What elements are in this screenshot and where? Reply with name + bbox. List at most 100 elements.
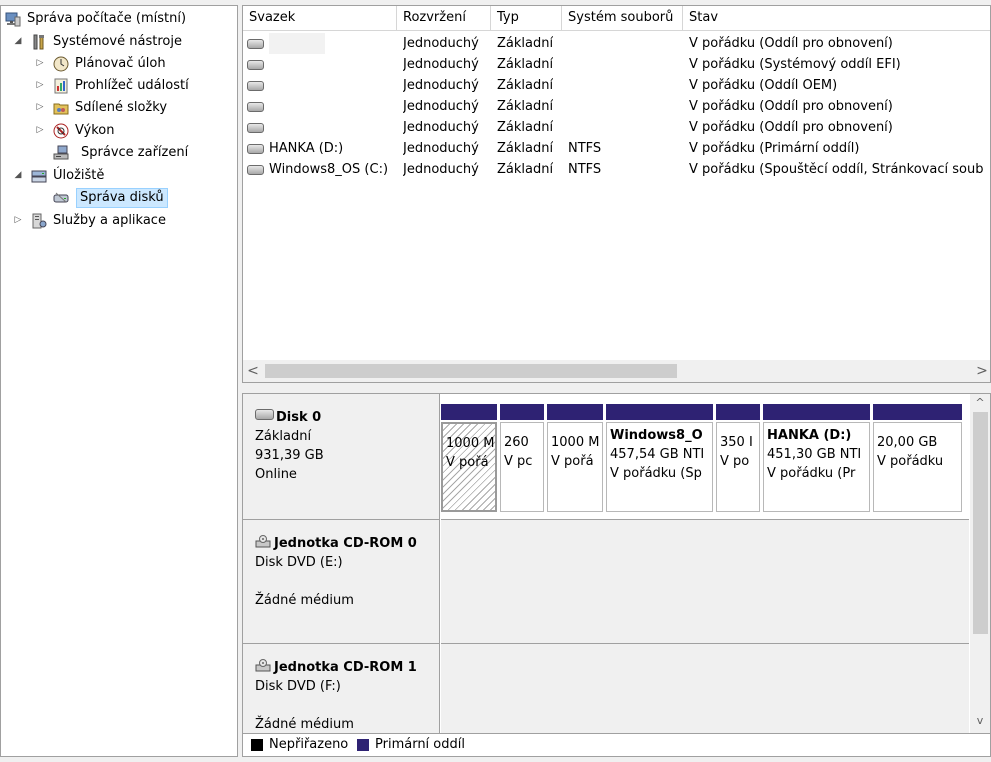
storage-icon (31, 168, 47, 184)
scroll-left-arrow[interactable]: < (243, 360, 263, 382)
partition-body: 350 I V po (716, 422, 760, 512)
partition-oem[interactable]: 1000 M V pořá (547, 404, 603, 512)
cdrom0-title: Jednotka CD-ROM 0 (255, 534, 439, 553)
partition-hanka[interactable]: HANKA (D:) 451,30 GB NTI V pořádku (Pr (763, 404, 870, 512)
column-header-volume[interactable]: Svazek (243, 6, 397, 30)
disk-management-icon (53, 190, 69, 206)
table-row[interactable]: Jednoduchý Základní V pořádku (Oddíl OEM… (243, 75, 990, 96)
volume-name (269, 33, 325, 54)
volume-list: Svazek Rozvržení Typ Systém souborů Stav… (242, 5, 991, 383)
legend-label-primary: Primární oddíl (375, 737, 465, 752)
vertical-scrollbar[interactable]: ^ v (970, 394, 990, 734)
scroll-down-arrow[interactable]: v (970, 712, 990, 730)
disk0-size: 931,39 GB (255, 448, 324, 463)
volume-status: V pořádku (Oddíl pro obnovení) (689, 120, 893, 135)
volume-type: Základní (497, 36, 554, 51)
partition-body: 1000 M V pořá (547, 422, 603, 512)
partition-efi[interactable]: 260 V pc (500, 404, 544, 512)
tree-item-disk-management[interactable]: Správa disků (53, 187, 169, 208)
cdrom0-info[interactable]: Jednotka CD-ROM 0 Disk DVD (E:) Žádné mé… (243, 520, 440, 644)
cdrom1-sub: Disk DVD (F:) (255, 679, 341, 694)
collapsed-arrow-icon[interactable]: ▷ (35, 75, 45, 96)
tree-label: Správa počítače (místní) (27, 11, 187, 26)
clock-icon (53, 56, 69, 72)
cdrom0-media: Žádné médium (255, 593, 354, 608)
scrollbar-thumb[interactable] (973, 412, 988, 634)
cdrom0-area (441, 520, 969, 644)
cdrom1-title: Jednotka CD-ROM 1 (255, 658, 439, 677)
partition-recovery-2[interactable]: 350 I V po (716, 404, 760, 512)
column-header-layout[interactable]: Rozvržení (397, 6, 491, 30)
tree-label: Výkon (75, 123, 115, 138)
volume-icon (247, 102, 264, 112)
volume-status: V pořádku (Spouštěcí oddíl, Stránkovací … (689, 162, 984, 177)
expanded-arrow-icon[interactable]: ◢ (13, 31, 23, 52)
partition-bar (716, 404, 760, 420)
volume-type: Základní (497, 120, 554, 135)
partition-size: 1000 M (446, 436, 495, 451)
partition-recovery-1[interactable]: 1000 M V pořá (441, 404, 497, 512)
computer-management-icon (5, 11, 21, 27)
collapsed-arrow-icon[interactable]: ▷ (35, 53, 45, 74)
services-icon (31, 213, 47, 229)
volume-status: V pořádku (Systémový oddíl EFI) (689, 57, 901, 72)
table-row[interactable]: Jednoduchý Základní V pořádku (Systémový… (243, 54, 990, 75)
volume-status: V pořádku (Oddíl OEM) (689, 78, 838, 93)
partition-bar (763, 404, 870, 420)
partition-status: V pořá (446, 455, 489, 470)
disk0-type: Základní (255, 429, 312, 444)
tree-label: Systémové nástroje (53, 34, 182, 49)
partition-recovery-3[interactable]: 20,00 GB V pořádku (873, 404, 962, 512)
partition-size: 350 I (720, 435, 753, 450)
tree-label: Prohlížeč událostí (75, 78, 189, 93)
tree-label: Správa disků (76, 188, 168, 208)
collapsed-arrow-icon[interactable]: ▷ (35, 97, 45, 118)
disk0-title: Disk 0 (255, 408, 439, 427)
volume-icon (247, 39, 264, 49)
cdrom1-title-text: Jednotka CD-ROM 1 (274, 660, 417, 675)
partition-name: Windows8_O (610, 428, 703, 443)
column-header-type[interactable]: Typ (491, 6, 562, 30)
volume-layout: Jednoduchý (403, 141, 479, 156)
partition-status: V po (720, 454, 750, 469)
scrollbar-thumb[interactable] (265, 364, 677, 378)
shared-folder-icon (53, 100, 69, 116)
scroll-up-arrow[interactable]: ^ (970, 394, 990, 412)
partition-windows[interactable]: Windows8_O 457,54 GB NTI V pořádku (Sp (606, 404, 713, 512)
column-header-filesystem[interactable]: Systém souborů (562, 6, 683, 30)
expanded-arrow-icon[interactable]: ◢ (13, 165, 23, 186)
table-row[interactable]: Jednoduchý Základní V pořádku (Oddíl pro… (243, 117, 990, 138)
legend-label-unallocated: Nepřiřazeno (269, 737, 349, 752)
table-row[interactable]: Jednoduchý Základní V pořádku (Oddíl pro… (243, 96, 990, 117)
table-row[interactable]: Windows8_OS (C:) Jednoduchý Základní NTF… (243, 159, 990, 180)
partition-body: 20,00 GB V pořádku (873, 422, 962, 512)
volume-layout: Jednoduchý (403, 162, 479, 177)
tools-icon (31, 34, 47, 50)
partition-bar (873, 404, 962, 420)
partition-size: 1000 M (551, 435, 600, 450)
scroll-right-arrow[interactable]: > (972, 360, 990, 382)
collapsed-arrow-icon[interactable]: ▷ (35, 120, 45, 141)
cdrom0-sub: Disk DVD (E:) (255, 555, 343, 570)
console-tree: Správa počítače (místní) ◢ Systémové nás… (0, 5, 238, 757)
column-header-status[interactable]: Stav (683, 6, 990, 30)
partition-bar (500, 404, 544, 420)
table-row[interactable]: Jednoduchý Základní V pořádku (Oddíl pro… (243, 33, 990, 54)
volume-icon (247, 81, 264, 91)
volume-status: V pořádku (Oddíl pro obnovení) (689, 36, 893, 51)
device-manager-icon (53, 145, 69, 161)
volume-icon (247, 165, 264, 175)
volume-layout: Jednoduchý (403, 57, 479, 72)
partition-body: 1000 M V pořá (441, 422, 497, 512)
partition-status: V pc (504, 454, 533, 469)
disk0-info[interactable]: Disk 0 Základní 931,39 GB Online (243, 394, 440, 520)
partition-bar (441, 404, 497, 420)
volume-type: Základní (497, 57, 554, 72)
disk0-partition-area: 1000 M V pořá 260 V pc 1000 M V pořá Win… (441, 394, 969, 520)
volume-type: Základní (497, 99, 554, 114)
horizontal-scrollbar[interactable]: < > (243, 360, 990, 382)
collapsed-arrow-icon[interactable]: ▷ (13, 210, 23, 231)
cdrom1-info[interactable]: Jednotka CD-ROM 1 Disk DVD (F:) Žádné mé… (243, 644, 440, 736)
table-row[interactable]: HANKA (D:) Jednoduchý Základní NTFS V po… (243, 138, 990, 159)
volume-type: Základní (497, 162, 554, 177)
